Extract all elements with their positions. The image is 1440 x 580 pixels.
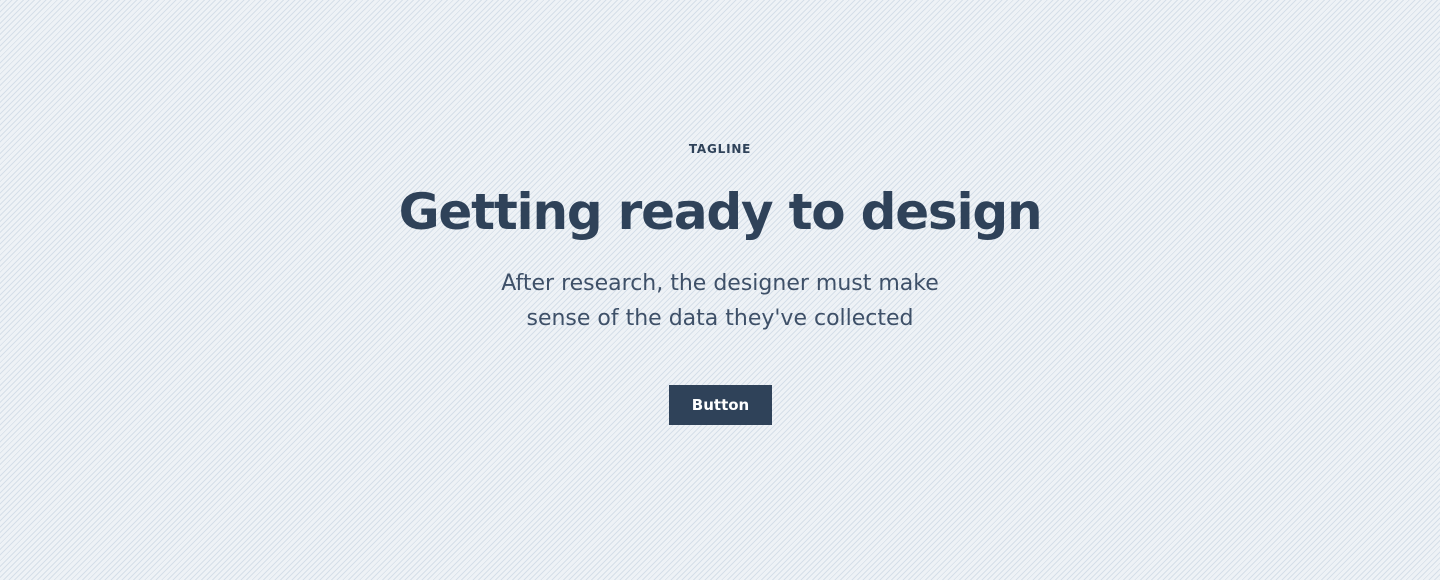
- hero-section: TAGLINE Getting ready to design After re…: [0, 0, 1440, 580]
- primary-button[interactable]: Button: [669, 385, 772, 425]
- hero-subtitle: After research, the designer must make s…: [501, 271, 939, 331]
- tagline: TAGLINE: [688, 142, 752, 156]
- page-title: Getting ready to design: [398, 183, 1043, 241]
